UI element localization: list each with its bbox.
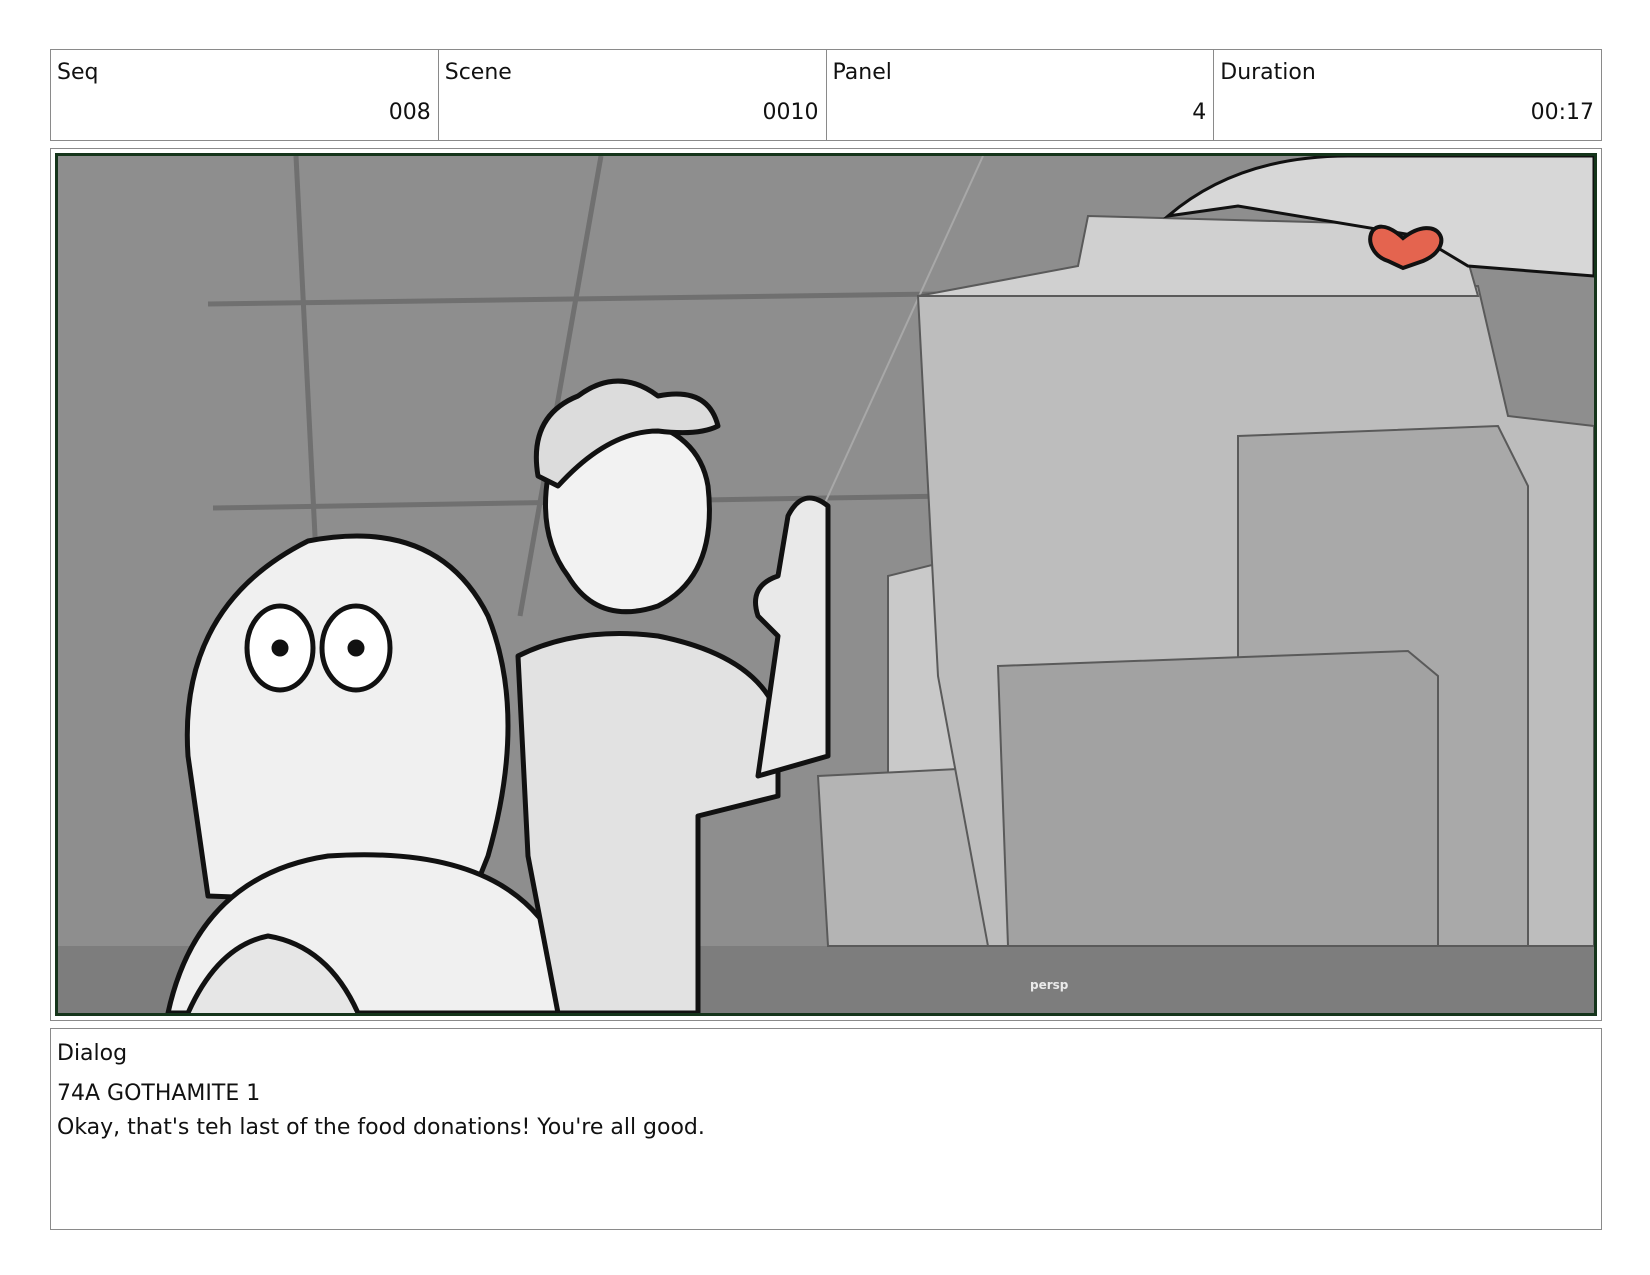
scene-cell: Scene 0010 bbox=[439, 50, 827, 140]
dialog-box: Dialog 74A GOTHAMITE 1 Okay, that's teh … bbox=[50, 1028, 1602, 1230]
duration-label: Duration bbox=[1220, 60, 1316, 85]
duration-cell: Duration 00:17 bbox=[1214, 50, 1601, 140]
viewport-label: persp bbox=[1030, 978, 1069, 992]
storyboard-sketch bbox=[58, 156, 1594, 1013]
seq-value: 008 bbox=[388, 100, 431, 125]
dialog-line: Okay, that's teh last of the food donati… bbox=[57, 1115, 705, 1140]
dialog-speaker: 74A GOTHAMITE 1 bbox=[57, 1081, 261, 1106]
panel-value: 4 bbox=[1192, 100, 1207, 125]
duration-value: 00:17 bbox=[1530, 100, 1594, 125]
storyboard-frame: persp bbox=[50, 148, 1602, 1021]
storyboard-panel-image: persp bbox=[55, 153, 1597, 1016]
scene-label: Scene bbox=[444, 60, 512, 85]
dialog-label: Dialog bbox=[57, 1041, 128, 1066]
seq-label: Seq bbox=[57, 60, 99, 85]
panel-info-header: Seq 008 Scene 0010 Panel 4 Duration 00:1… bbox=[50, 49, 1602, 141]
scene-value: 0010 bbox=[762, 100, 819, 125]
panel-label: Panel bbox=[832, 60, 892, 85]
panel-cell: Panel 4 bbox=[827, 50, 1215, 140]
seq-cell: Seq 008 bbox=[51, 50, 439, 140]
